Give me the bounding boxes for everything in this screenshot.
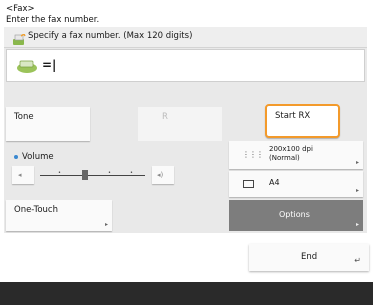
paper-label: A4 — [269, 178, 280, 187]
speaker-low-icon: ◂ — [18, 171, 22, 179]
r-button[interactable]: R — [138, 107, 222, 141]
volume-dot-icon — [14, 154, 18, 159]
one-touch-button[interactable]: One-Touch ▸ — [6, 200, 112, 231]
start-rx-label: Start RX — [275, 111, 311, 121]
chevron-right-icon: ▸ — [355, 187, 359, 194]
paper-size-button[interactable]: A4 ▸ — [229, 171, 363, 197]
screen-instruction: Enter the fax number. — [6, 15, 100, 25]
r-label: R — [162, 112, 168, 122]
volume-label: Volume — [14, 152, 54, 162]
volume-thumb[interactable] — [82, 170, 88, 180]
fax-number-input[interactable]: =| — [6, 49, 365, 82]
end-button[interactable]: End ↵ — [249, 244, 369, 271]
volume-down-button[interactable]: ◂ — [12, 166, 34, 184]
panel-title: Specify a fax number. (Max 120 digits) — [28, 31, 193, 41]
chevron-right-icon: ▸ — [104, 221, 108, 228]
one-touch-label: One-Touch — [14, 205, 58, 215]
volume-slider[interactable]: • • • — [40, 168, 145, 182]
chevron-right-icon: ▸ — [355, 221, 359, 228]
end-label: End — [301, 252, 318, 262]
screen-tag: <Fax> — [6, 4, 35, 14]
tone-button[interactable]: Tone — [6, 107, 90, 141]
screen-header: <Fax> Enter the fax number. — [6, 4, 99, 26]
resolution-line1: 200x100 dpi — [269, 145, 313, 153]
chevron-right-icon: ▸ — [355, 159, 359, 166]
start-rx-button[interactable]: Start RX — [265, 104, 340, 138]
fax-number-panel: Specify a fax number. (Max 120 digits) =… — [4, 27, 367, 233]
resolution-button[interactable]: ⋮⋮⋮ 200x100 dpi (Normal) ▸ — [229, 141, 363, 169]
fax-number-value: =| — [42, 58, 57, 72]
tone-label: Tone — [14, 112, 34, 122]
status-bar — [0, 282, 373, 305]
fax-line-icon — [15, 58, 39, 78]
paper-icon — [243, 180, 254, 188]
resolution-line2: (Normal) — [269, 154, 300, 162]
panel-titlebar: Specify a fax number. (Max 120 digits) — [4, 27, 367, 48]
resolution-icon: ⋮⋮⋮ — [242, 150, 264, 159]
return-icon: ↵ — [354, 256, 361, 265]
volume-up-button[interactable]: ◂) — [152, 166, 174, 184]
options-button[interactable]: Options ▸ — [229, 200, 363, 231]
options-label: Options — [279, 210, 310, 219]
fax-number-icon — [12, 31, 26, 50]
speaker-high-icon: ◂) — [157, 171, 164, 179]
